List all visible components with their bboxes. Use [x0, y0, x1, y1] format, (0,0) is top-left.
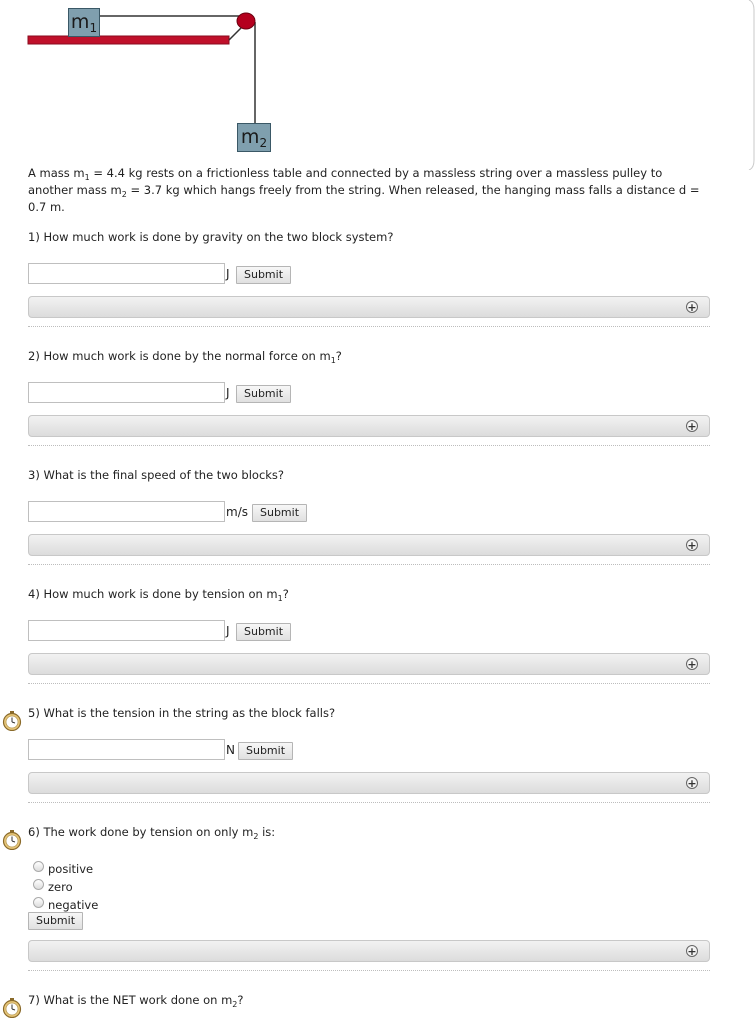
- question-7: 7) What is the NET work done on m2?: [28, 993, 244, 1009]
- question-6: 6) The work done by tension on only m2 i…: [28, 825, 276, 841]
- unit-label-5: N: [226, 743, 235, 757]
- divider: [28, 970, 710, 971]
- block-m2-subscript: 2: [259, 136, 268, 150]
- table-surface: [27, 35, 230, 45]
- submit-button-3[interactable]: Submit: [252, 504, 308, 522]
- block-m2-label: m: [240, 126, 260, 148]
- stopwatch-icon: [2, 711, 22, 731]
- divider: [28, 564, 710, 565]
- unit-label-3: m/s: [226, 505, 248, 519]
- submit-button-5[interactable]: Submit: [238, 742, 294, 760]
- question-4: 4) How much work is done by tension on m…: [28, 587, 289, 603]
- divider: [28, 445, 710, 446]
- answer-input-2[interactable]: [28, 382, 225, 403]
- divider: [28, 683, 710, 684]
- unit-label-4: J: [226, 624, 230, 638]
- unit-label-2: J: [226, 386, 230, 400]
- radio-button[interactable]: [33, 861, 44, 872]
- plus-circle-icon[interactable]: +: [686, 539, 698, 551]
- stopwatch-icon: [2, 830, 22, 850]
- submit-button-2[interactable]: Submit: [236, 385, 292, 403]
- submit-button-6[interactable]: Submit: [28, 912, 84, 930]
- hint-bar-1[interactable]: +: [28, 296, 710, 318]
- hint-bar-5[interactable]: +: [28, 772, 710, 794]
- block-m1-subscript: 1: [89, 21, 98, 35]
- radio-button[interactable]: [33, 897, 44, 908]
- plus-circle-icon[interactable]: +: [686, 777, 698, 789]
- pulley: [236, 12, 256, 30]
- question-3: 3) What is the final speed of the two bl…: [28, 468, 285, 482]
- answer-input-1[interactable]: [28, 263, 225, 284]
- question-5: 5) What is the tension in the string as …: [28, 706, 336, 720]
- scrollbar[interactable]: [748, 0, 755, 171]
- hint-bar-4[interactable]: +: [28, 653, 710, 675]
- plus-circle-icon[interactable]: +: [686, 301, 698, 313]
- block-m2: m2: [237, 123, 271, 152]
- submit-button-1[interactable]: Submit: [236, 266, 292, 284]
- divider: [28, 326, 710, 327]
- plus-circle-icon[interactable]: +: [686, 420, 698, 432]
- diagram-drawing: [27, 12, 256, 123]
- answer-input-3[interactable]: [28, 501, 225, 522]
- block-m1: m1: [68, 8, 100, 37]
- radio-button[interactable]: [33, 879, 44, 890]
- answer-input-5[interactable]: [28, 739, 225, 760]
- question-1: 1) How much work is done by gravity on t…: [28, 230, 394, 244]
- unit-label-1: J: [226, 267, 230, 281]
- hint-bar-2[interactable]: +: [28, 415, 710, 437]
- answer-input-4[interactable]: [28, 620, 225, 641]
- stopwatch-icon: [2, 998, 22, 1018]
- submit-button-4[interactable]: Submit: [236, 623, 292, 641]
- block-m1-label: m: [70, 11, 90, 33]
- plus-circle-icon[interactable]: +: [686, 658, 698, 670]
- divider: [28, 802, 710, 803]
- question-2: 2) How much work is done by the normal f…: [28, 349, 342, 365]
- physics-diagram: m1 m2: [0, 0, 755, 160]
- problem-statement: A mass m1 = 4.4 kg rests on a frictionle…: [28, 166, 700, 214]
- hint-bar-3[interactable]: +: [28, 534, 710, 556]
- hint-bar-6[interactable]: +: [28, 940, 710, 962]
- plus-circle-icon[interactable]: +: [686, 945, 698, 957]
